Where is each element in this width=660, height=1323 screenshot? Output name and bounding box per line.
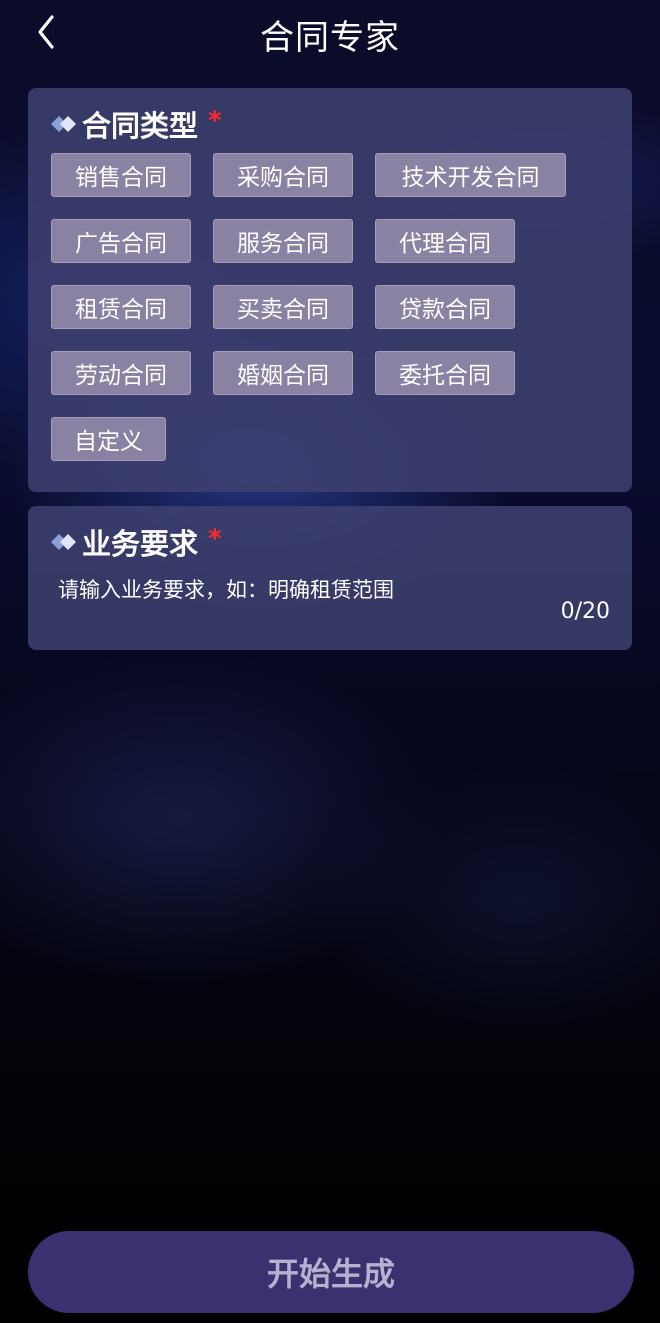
chip-sales-contract[interactable]: 销售合同 — [51, 153, 191, 197]
header: 合同专家 — [0, 0, 660, 64]
chip-trade-contract[interactable]: 买卖合同 — [213, 285, 353, 329]
chip-labor-contract[interactable]: 劳动合同 — [51, 351, 191, 395]
generate-button[interactable]: 开始生成 — [28, 1231, 634, 1313]
diamond-icon — [51, 534, 76, 550]
contract-type-options: 销售合同 采购合同 技术开发合同 广告合同 服务合同 代理合同 租赁合同 买卖合… — [51, 153, 612, 461]
chip-custom[interactable]: 自定义 — [51, 417, 166, 461]
chip-marriage-contract[interactable]: 婚姻合同 — [213, 351, 353, 395]
requirements-card: 业务要求 * 0/20 — [28, 506, 632, 650]
requirements-header: 业务要求 * — [50, 524, 222, 561]
required-mark: * — [208, 524, 222, 554]
requirements-input[interactable] — [58, 578, 602, 602]
contract-type-header: 合同类型 * — [50, 106, 222, 143]
chip-purchase-contract[interactable]: 采购合同 — [213, 153, 353, 197]
page-title: 合同专家 — [260, 18, 400, 58]
chip-entrustment-contract[interactable]: 委托合同 — [375, 351, 515, 395]
character-counter: 0/20 — [560, 599, 610, 624]
chip-agency-contract[interactable]: 代理合同 — [375, 219, 515, 263]
required-mark: * — [208, 106, 222, 136]
chip-advertising-contract[interactable]: 广告合同 — [51, 219, 191, 263]
contract-type-label: 合同类型 — [82, 109, 199, 143]
chip-service-contract[interactable]: 服务合同 — [213, 219, 353, 263]
chip-tech-development-contract[interactable]: 技术开发合同 — [375, 153, 566, 197]
requirements-label: 业务要求 — [82, 527, 199, 561]
chip-loan-contract[interactable]: 贷款合同 — [375, 285, 515, 329]
diamond-icon — [51, 116, 76, 132]
contract-type-card: 合同类型 * 销售合同 采购合同 技术开发合同 广告合同 服务合同 代理合同 租… — [28, 88, 632, 492]
chip-lease-contract[interactable]: 租赁合同 — [51, 285, 191, 329]
